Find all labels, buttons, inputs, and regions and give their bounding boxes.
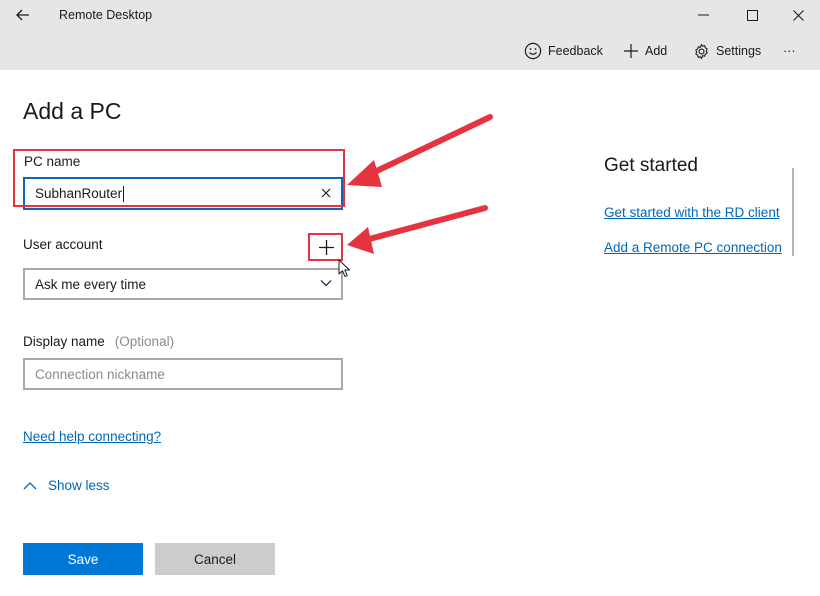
user-account-label: User account (23, 237, 103, 252)
text-caret (123, 185, 125, 202)
display-name-input[interactable] (23, 358, 343, 390)
cancel-button[interactable]: Cancel (155, 543, 275, 575)
close-icon (792, 9, 804, 21)
minimize-button[interactable] (680, 0, 726, 30)
display-name-label-text: Display name (23, 334, 105, 349)
smiley-icon (524, 42, 542, 60)
add-remote-pc-link[interactable]: Add a Remote PC connection (604, 240, 782, 255)
settings-button[interactable]: Settings (693, 41, 761, 61)
back-button[interactable] (6, 0, 40, 30)
get-started-heading: Get started (604, 155, 698, 176)
add-button[interactable]: Add (623, 41, 667, 61)
clear-x-icon[interactable] (319, 186, 333, 200)
feedback-button[interactable]: Feedback (524, 41, 603, 61)
back-arrow-icon (16, 9, 29, 21)
plus-icon (318, 239, 334, 255)
maximize-icon (746, 9, 758, 21)
page-title: Add a PC (23, 98, 122, 124)
add-user-account-button[interactable] (313, 236, 339, 258)
minimize-icon (697, 14, 709, 16)
pc-name-input[interactable]: SubhanRouter (23, 177, 343, 210)
pc-name-label: PC name (24, 154, 81, 169)
annotation-arrow-2 (347, 205, 488, 254)
more-options-button[interactable]: ··· (783, 41, 796, 61)
optional-hint: (Optional) (114, 334, 175, 349)
side-panel-scrollbar[interactable] (792, 168, 794, 256)
gear-icon (695, 43, 708, 59)
feedback-label: Feedback (548, 44, 603, 58)
show-less-label: Show less (48, 478, 110, 493)
annotation-arrow-1 (347, 114, 493, 187)
maximize-button[interactable] (729, 0, 775, 30)
settings-label: Settings (716, 44, 762, 58)
user-account-select[interactable]: Ask me every time (23, 268, 343, 300)
close-window-button[interactable] (775, 0, 820, 30)
user-account-value: Ask me every time (35, 276, 147, 292)
app-title: Remote Desktop (59, 8, 153, 22)
plus-icon (624, 44, 638, 58)
add-label: Add (645, 44, 668, 58)
chevron-up-icon (23, 481, 37, 489)
show-less-toggle[interactable]: Show less (23, 478, 110, 493)
display-name-label: Display name (Optional) (23, 334, 174, 349)
chevron-down-icon (320, 280, 332, 287)
pc-name-value: SubhanRouter (35, 186, 123, 201)
get-started-rd-client-link[interactable]: Get started with the RD client (604, 205, 780, 220)
title-bar: Remote Desktop Feedback Add Settings ··· (0, 0, 820, 70)
save-button[interactable]: Save (23, 543, 143, 575)
help-connecting-link[interactable]: Need help connecting? (23, 429, 161, 444)
